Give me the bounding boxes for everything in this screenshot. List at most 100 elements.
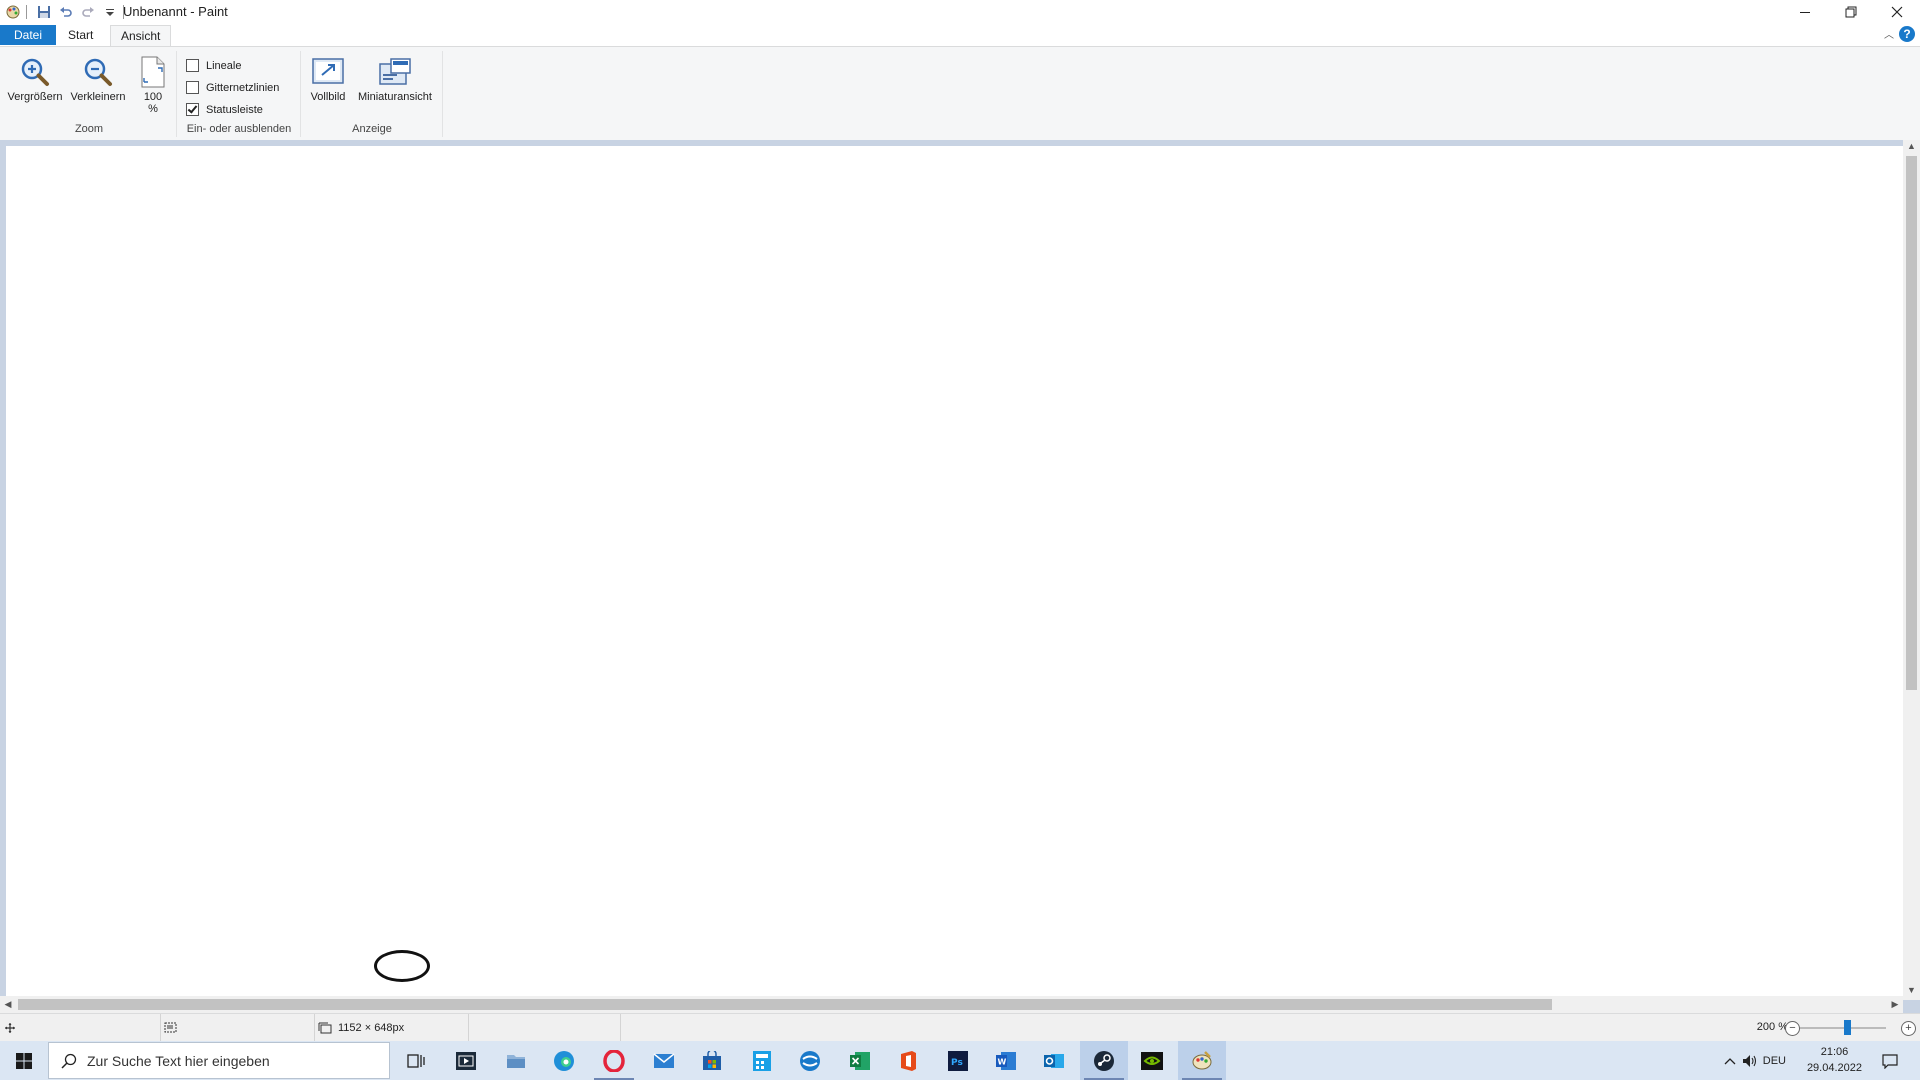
customize-qat-icon[interactable]: [101, 3, 119, 21]
redo-icon[interactable]: [79, 3, 97, 21]
svg-text:W: W: [998, 1057, 1007, 1066]
taskbar-excel[interactable]: [836, 1041, 884, 1080]
statusbar-checkbox[interactable]: Statusleiste: [186, 103, 263, 116]
zoom-out-small-button[interactable]: −: [1785, 1021, 1800, 1036]
taskbar-mail[interactable]: [640, 1041, 688, 1080]
notification-icon: [1882, 1053, 1898, 1069]
tab-file[interactable]: Datei: [0, 25, 56, 45]
zoom-in-button[interactable]: Vergrößern: [7, 55, 63, 103]
thumbnail-icon: [378, 55, 412, 89]
gridlines-checkbox-box[interactable]: [186, 81, 199, 94]
collapse-ribbon-icon[interactable]: ︿: [1884, 26, 1894, 41]
horizontal-scrollbar[interactable]: ◀ ▶: [0, 996, 1903, 1013]
language-indicator[interactable]: DEU: [1763, 1041, 1786, 1080]
taskbar-file-explorer[interactable]: [492, 1041, 540, 1080]
tab-view[interactable]: Ansicht: [110, 25, 172, 47]
rulers-checkbox[interactable]: Lineale: [186, 59, 241, 72]
group-display: Vollbild Miniaturansicht Anzeige: [302, 51, 443, 137]
scroll-down-icon[interactable]: ▼: [1903, 985, 1920, 999]
media-app-icon: [456, 1051, 476, 1070]
minimize-button[interactable]: [1782, 0, 1828, 24]
page-100-icon: [136, 55, 170, 89]
zoom-slider-thumb[interactable]: [1844, 1020, 1852, 1035]
taskbar-vpn-app[interactable]: [786, 1041, 834, 1080]
search-placeholder: Zur Suche Text hier eingeben: [87, 1052, 270, 1069]
rulers-checkbox-box[interactable]: [186, 59, 199, 72]
clock[interactable]: 21:06 29.04.2022: [1807, 1044, 1862, 1076]
taskbar-media-app[interactable]: [442, 1041, 490, 1080]
taskbar-nvidia[interactable]: [1128, 1041, 1176, 1080]
group-show-hide-label: Ein- oder ausblenden: [186, 123, 292, 135]
qat-separator: [26, 5, 27, 19]
group-show-hide: Lineale Gitternetzlinien Statusleiste Ei…: [178, 51, 301, 137]
group-zoom-label: Zoom: [74, 123, 104, 135]
clock-date: 29.04.2022: [1806, 1062, 1862, 1074]
taskbar-calculator-app[interactable]: [738, 1041, 786, 1080]
restore-button[interactable]: [1828, 0, 1874, 24]
steam-icon: [1094, 1050, 1114, 1071]
taskbar-outlook[interactable]: [1030, 1041, 1078, 1080]
taskbar-edge[interactable]: [540, 1041, 588, 1080]
group-zoom: Vergrößern Verkleinern 100 % Zoom: [2, 51, 177, 137]
horizontal-scroll-thumb[interactable]: [18, 999, 1552, 1010]
paint-app-icon[interactable]: [4, 3, 22, 21]
vertical-scrollbar[interactable]: ▲ ▼: [1903, 140, 1920, 1000]
zoom-100-button[interactable]: 100 %: [136, 55, 170, 115]
zoom-in-small-button[interactable]: +: [1901, 1021, 1916, 1036]
save-icon[interactable]: [35, 3, 53, 21]
thumbnail-button[interactable]: Miniaturansicht: [352, 55, 438, 103]
fullscreen-button[interactable]: Vollbild: [306, 55, 350, 103]
gridlines-checkbox[interactable]: Gitternetzlinien: [186, 81, 279, 94]
taskbar-store[interactable]: [688, 1041, 736, 1080]
vertical-scroll-thumb[interactable]: [1906, 156, 1917, 690]
file-size-section: [470, 1014, 621, 1042]
show-hidden-icons-button[interactable]: [1724, 1041, 1736, 1080]
status-bar: 1152 × 648px 200 % − +: [0, 1013, 1920, 1042]
scroll-left-icon[interactable]: ◀: [1, 996, 15, 1013]
vpn-icon: [800, 1050, 820, 1071]
task-view-button[interactable]: [392, 1041, 440, 1080]
quick-access-toolbar: [0, 2, 128, 22]
search-input[interactable]: Zur Suche Text hier eingeben: [48, 1042, 390, 1079]
taskbar-steam[interactable]: [1080, 1041, 1128, 1080]
ribbon-panel: Vergrößern Verkleinern 100 % Zoom Lineal…: [0, 46, 1920, 141]
scroll-right-icon[interactable]: ▶: [1888, 996, 1902, 1013]
taskbar-opera[interactable]: [590, 1041, 638, 1080]
excel-icon: [850, 1051, 870, 1070]
scroll-up-icon[interactable]: ▲: [1903, 141, 1920, 155]
thumbnail-label: Miniaturansicht: [358, 91, 432, 103]
folder-icon: [507, 1054, 525, 1068]
help-button[interactable]: ?: [1899, 26, 1915, 42]
taskbar-word[interactable]: W: [982, 1041, 1030, 1080]
zoom-100-label: 100: [143, 91, 163, 103]
volume-button[interactable]: [1742, 1041, 1758, 1080]
zoom-out-button[interactable]: Verkleinern: [68, 55, 128, 103]
drawn-ellipse: [374, 950, 430, 982]
restore-icon: [1845, 6, 1857, 18]
edge-icon: [554, 1050, 574, 1071]
taskbar-paint[interactable]: [1178, 1041, 1226, 1080]
photoshop-icon: Ps: [948, 1050, 968, 1071]
clock-time: 21:06: [1820, 1046, 1849, 1058]
start-button[interactable]: [0, 1041, 48, 1080]
statusbar-checkbox-box[interactable]: [186, 103, 199, 116]
notifications-button[interactable]: [1882, 1041, 1898, 1080]
drawing-canvas[interactable]: [6, 146, 1904, 996]
close-button[interactable]: [1874, 0, 1920, 24]
taskbar-photoshop[interactable]: Ps: [934, 1041, 982, 1080]
undo-icon[interactable]: [57, 3, 75, 21]
zoom-slider[interactable]: [1800, 1020, 1886, 1035]
fullscreen-label: Vollbild: [310, 91, 346, 103]
work-area: ▲ ▼ ◀ ▶: [0, 140, 1920, 1013]
taskbar-office[interactable]: [884, 1041, 932, 1080]
zoom-out-label: Verkleinern: [70, 91, 126, 103]
svg-text:Ps: Ps: [951, 1058, 963, 1068]
statusbar-label: Statusleiste: [206, 103, 263, 116]
close-icon: [1891, 6, 1903, 18]
tab-start[interactable]: Start: [58, 25, 103, 45]
cursor-position-section: [0, 1014, 161, 1042]
zoom-out-icon: [81, 55, 115, 89]
chevron-up-icon: [1724, 1057, 1736, 1064]
calculator-icon: [753, 1050, 771, 1071]
gridlines-label: Gitternetzlinien: [206, 81, 280, 94]
